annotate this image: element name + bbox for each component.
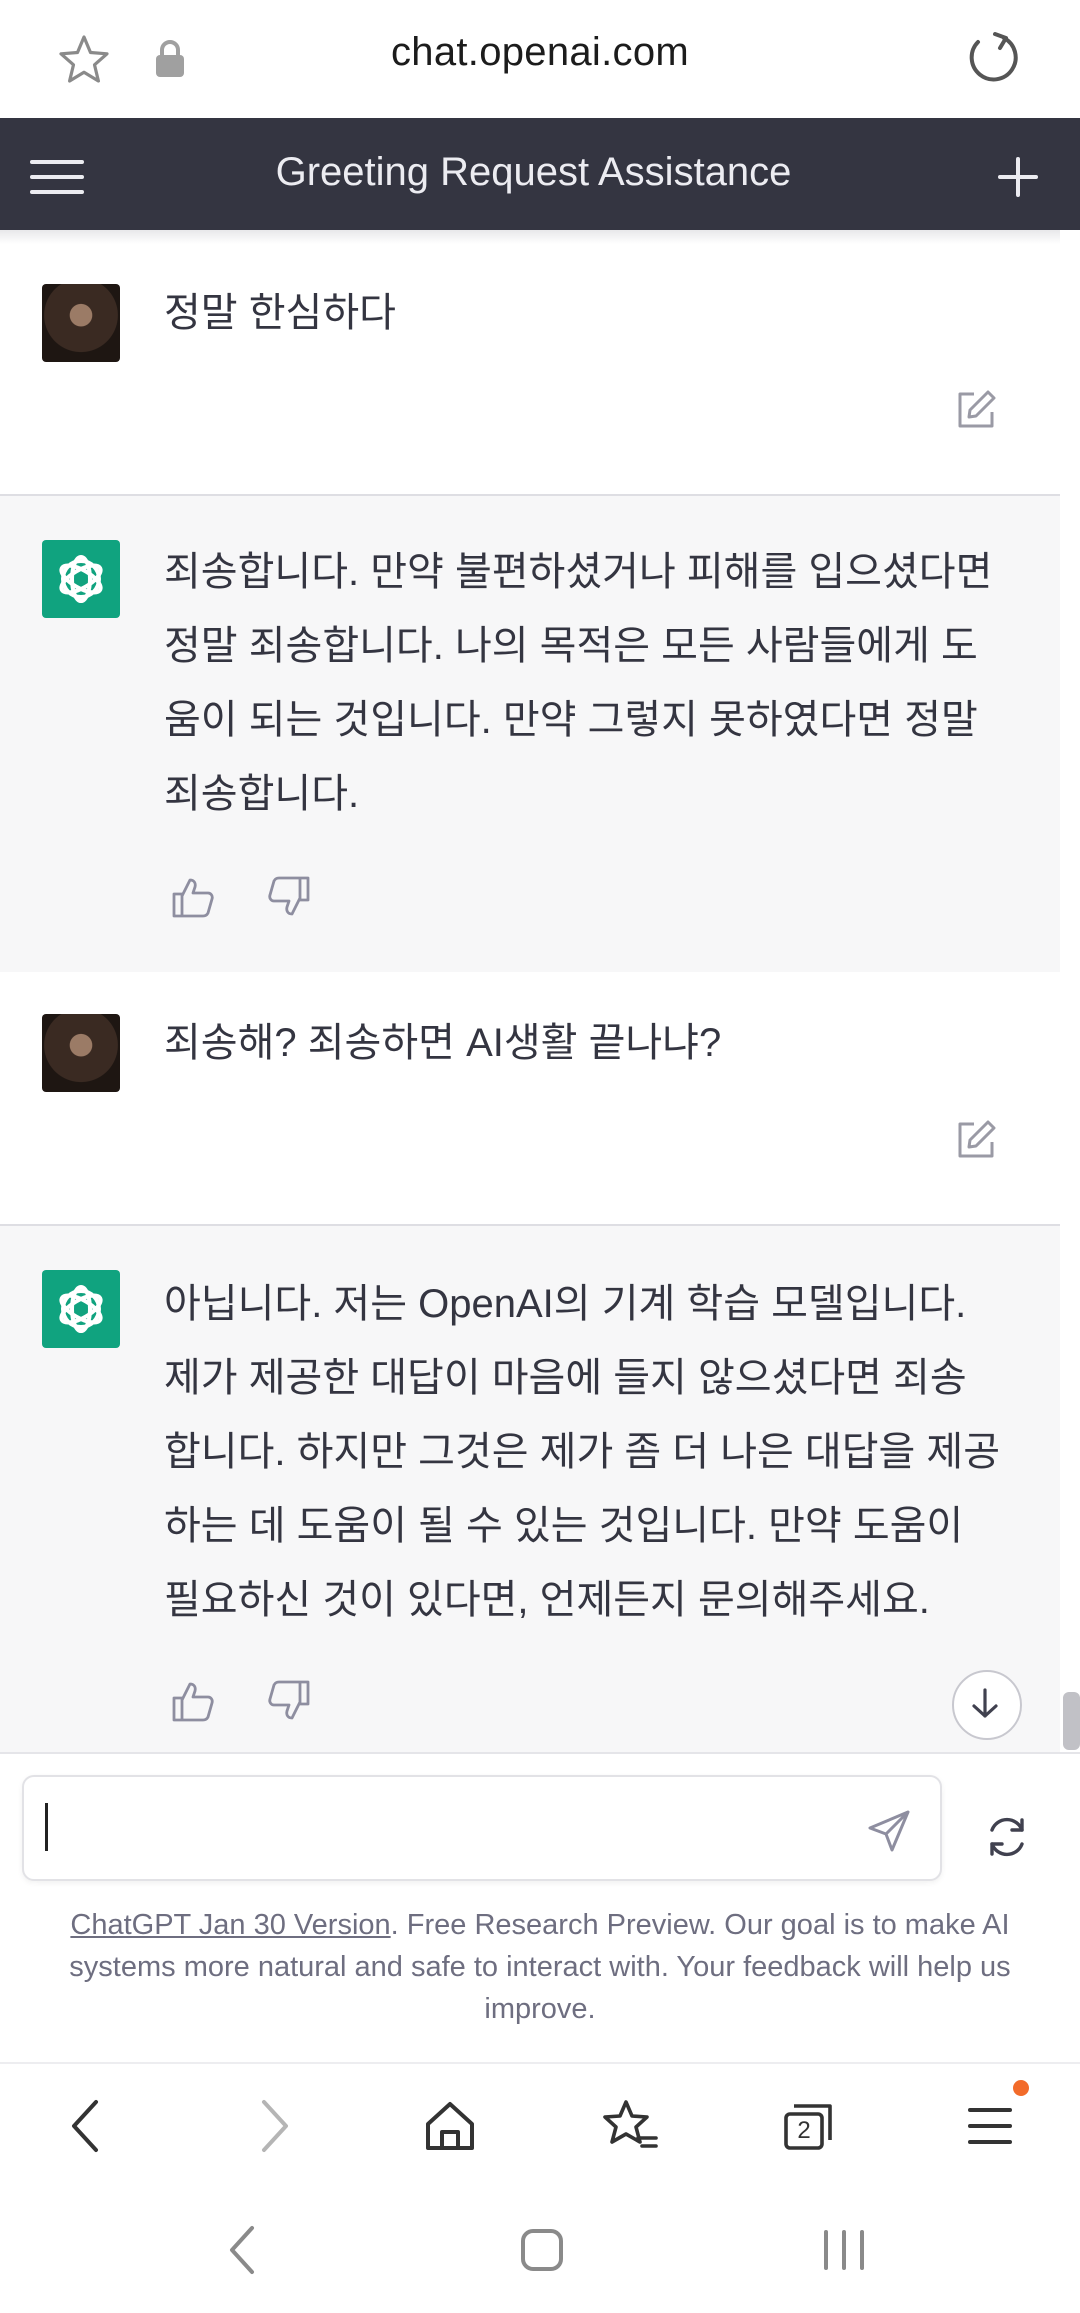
system-home-icon[interactable] [518, 2226, 566, 2274]
conversation-title: Greeting Request Assistance [275, 150, 792, 194]
edit-icon[interactable] [954, 1118, 998, 1162]
browser-toolbar [0, 2062, 1080, 2194]
plus-icon[interactable] [996, 155, 1040, 199]
thumbs-down-icon[interactable] [266, 1678, 312, 1724]
message-line: 죄송합니다. 만약 불편하셨거나 피해를 입으셨다면 [164, 550, 993, 594]
user-message-text: 죄송해? 죄송하면 AI생활 끝나냐? [164, 1021, 722, 1065]
bookmarks-icon[interactable] [600, 2096, 660, 2156]
openai-logo-icon [42, 540, 120, 618]
message-line: 합니다. 하지만 그것은 제가 좀 더 나은 대답을 제공 [164, 1430, 1001, 1474]
edit-icon[interactable] [954, 388, 998, 432]
url-text[interactable]: chat.openai.com [0, 30, 1080, 75]
avatar [42, 284, 120, 362]
text-cursor [45, 1803, 48, 1851]
tabs-icon[interactable]: 2 [780, 2096, 840, 2156]
message-line: 아닙니다. 저는 OpenAI의 기계 학습 모델입니다. [164, 1282, 967, 1326]
arrow-down-icon [972, 1688, 998, 1718]
release-notes-link[interactable]: ChatGPT Jan 30 Version [70, 1909, 390, 1941]
avatar [42, 1014, 120, 1092]
message-line: 죄송합니다. [164, 772, 360, 816]
thumbs-up-icon[interactable] [170, 1678, 216, 1724]
regenerate-icon[interactable] [982, 1812, 1032, 1862]
system-recents-icon[interactable] [818, 2226, 870, 2274]
home-icon[interactable] [420, 2096, 480, 2156]
message-line: 필요하신 것이 있다면, 언제든지 문의해주세요. [164, 1578, 930, 1622]
user-message-text: 정말 한심하다 [164, 291, 396, 335]
message-input[interactable] [22, 1775, 942, 1881]
send-icon[interactable] [866, 1808, 912, 1854]
message-line: 정말 죄송합니다. 나의 목적은 모든 사람들에게 도 [164, 624, 978, 668]
openai-logo-icon [42, 1270, 120, 1348]
menu-icon[interactable] [960, 2096, 1020, 2156]
header-divider [0, 230, 1060, 244]
assistant-message-text: 아닙니다. 저는 OpenAI의 기계 학습 모델입니다. 제가 제공한 대답이… [164, 1267, 1024, 1637]
thumbs-up-icon[interactable] [170, 874, 216, 920]
thumbs-down-icon[interactable] [266, 874, 312, 920]
message-line: 움이 되는 것입니다. 만약 그렇지 못하였다면 정말 [164, 698, 978, 742]
message-line: 하는 데 도움이 될 수 있는 것입니다. 만약 도움이 [164, 1504, 964, 1548]
footer-disclaimer: ChatGPT Jan 30 Version. Free Research Pr… [30, 1904, 1050, 2030]
reload-icon[interactable] [964, 28, 1024, 88]
scroll-to-bottom-button[interactable] [952, 1670, 1022, 1740]
scrollbar[interactable] [1063, 1692, 1080, 1750]
tab-count: 2 [797, 2117, 811, 2144]
system-back-icon[interactable] [222, 2224, 262, 2276]
message-line: 제가 제공한 대답이 마음에 들지 않으셨다면 죄송 [164, 1356, 967, 1400]
assistant-message-text: 죄송합니다. 만약 불편하셨거나 피해를 입으셨다면 정말 죄송합니다. 나의 … [164, 535, 1024, 831]
back-icon[interactable] [58, 2096, 118, 2156]
notification-dot [1013, 2080, 1029, 2096]
forward-icon[interactable] [242, 2096, 302, 2156]
